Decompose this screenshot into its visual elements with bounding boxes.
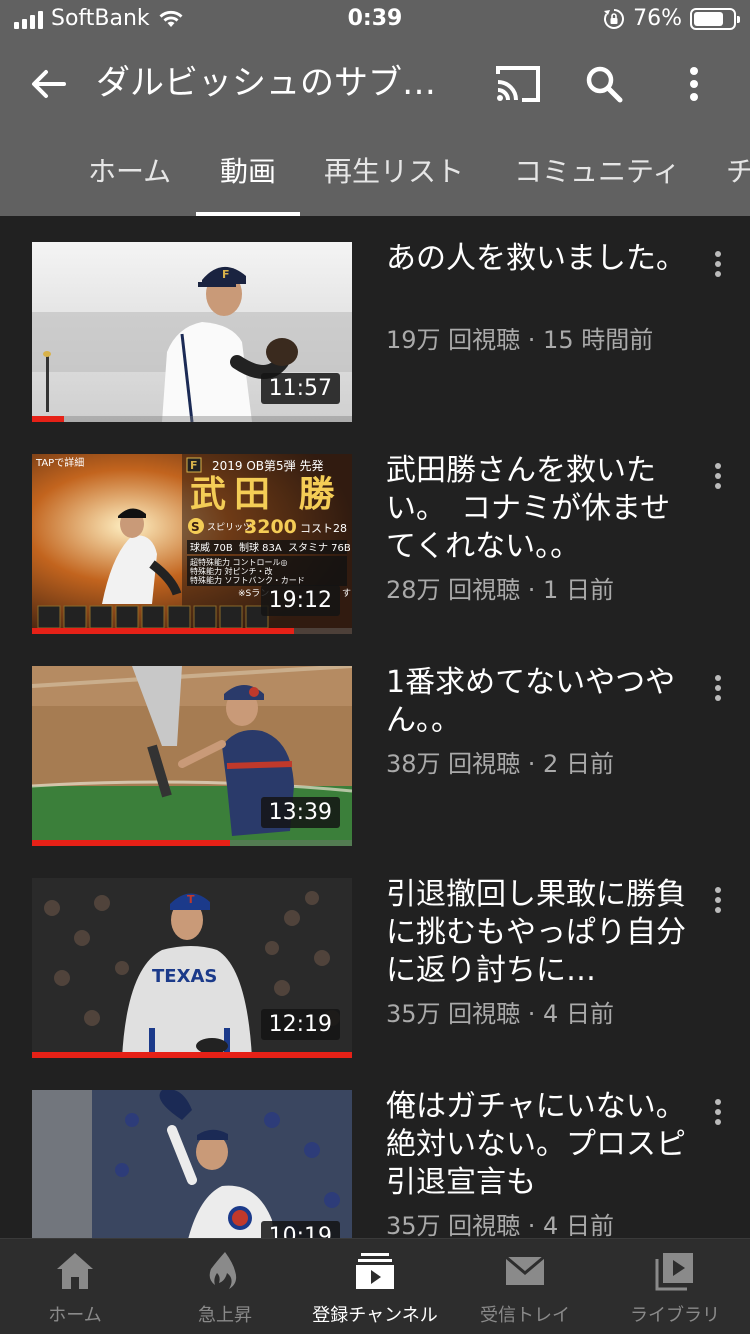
back-arrow-icon[interactable] [24,60,72,108]
video-meta: 28万 回視聴 · 1 日前 [386,576,614,604]
video-duration: 12:19 [260,1009,340,1040]
nav-label: ライブラリ [630,1305,720,1326]
video-item[interactable]: TEXAS T 12:19 引退撤回し果敢に勝負に挑むもやっぱり自分に返り討ちに… [0,852,750,1064]
channel-title: ダルビッシュのサブ… [96,63,436,103]
video-title[interactable]: 武田勝さんを救いたい。 コナミが休ませてくれない。。 [386,452,686,566]
video-item[interactable]: 13:39 1番求めてないやつやん。。 38万 回視聴 · 2 日前 [0,640,750,852]
tab-home[interactable]: ホーム [88,150,171,190]
battery-level [694,11,723,26]
video-duration: 11:57 [260,373,340,404]
svg-text:超特殊能力 コントロール◎: 超特殊能力 コントロール◎ [190,557,288,567]
search-icon[interactable] [580,60,628,108]
library-icon [655,1253,693,1291]
more-vert-icon[interactable] [700,882,736,918]
more-vert-icon[interactable] [700,670,736,706]
home-icon [57,1253,93,1289]
watch-progress-bar [32,840,230,846]
video-duration: 19:12 [260,585,340,616]
video-item[interactable]: TAPで詳細 F 2019 OB第5弾 先発 武田 勝 S スピリッツ 3200… [0,428,750,640]
video-meta: 35万 回視聴 · 4 日前 [386,1000,614,1028]
progress-track [32,416,352,422]
watch-progress-bar [32,628,294,634]
svg-text:コスト28: コスト28 [300,522,347,535]
more-vert-icon[interactable] [700,246,736,282]
svg-text:武田 勝: 武田 勝 [190,473,343,515]
video-thumbnail[interactable]: TEXAS T 12:19 [32,878,352,1058]
video-meta: 19万 回視聴 · 15 時間前 [386,326,654,354]
nav-label: 登録チャンネル [312,1305,438,1326]
video-duration: 10:19 [260,1221,340,1238]
video-item[interactable]: 10:19 俺はガチャにいない。絶対いない。プロスピ引退宣言も 35万 回視聴 … [0,1064,750,1238]
svg-text:F: F [190,459,198,472]
svg-text:す: す [342,588,351,599]
svg-text:球威 70B: 球威 70B [190,541,233,554]
rotation-lock-icon [604,8,625,29]
svg-text:2019 OB第5弾 先発: 2019 OB第5弾 先発 [212,459,323,473]
svg-text:TAPで詳細: TAPで詳細 [35,456,84,469]
nav-trending[interactable]: 急上昇 [150,1239,300,1334]
battery-group: 76% [603,6,740,31]
svg-text:T: T [187,893,195,906]
battery-icon [690,7,740,30]
tab-channels[interactable]: チ [726,150,750,190]
thumbnail-image [32,1090,352,1238]
video-meta: 35万 回視聴 · 4 日前 [386,1212,614,1238]
nav-home[interactable]: ホーム [0,1239,150,1334]
svg-text:3200: 3200 [244,516,297,538]
status-bar: SoftBank 0:39 76% [0,0,750,40]
battery-percent: 76% [633,6,682,31]
mail-icon [505,1255,545,1285]
nav-subscriptions[interactable]: 登録チャンネル [300,1239,450,1334]
subscriptions-icon [356,1253,394,1289]
nav-label: 受信トレイ [480,1305,570,1326]
watch-progress-bar [32,1052,352,1058]
svg-text:制球 83A: 制球 83A [239,541,282,554]
tab-community[interactable]: コミュニティ [514,150,680,190]
channel-tabs: ホーム 動画 再生リスト コミュニティ チ [0,128,750,216]
more-vert-icon[interactable] [670,60,718,108]
video-title[interactable]: あの人を救いました。 [386,240,686,278]
video-title[interactable]: 引退撤回し果敢に勝負に挑むもやっぱり自分に返り討ちに… [386,876,686,990]
bottom-navigation: ホーム 急上昇 登録チャンネル 受信トレイ ライブラリ [0,1238,750,1334]
tab-playlists[interactable]: 再生リスト [324,150,464,190]
video-item[interactable]: F 11:57 あの人を救いました。 19万 回視聴 · 15 時間前 [0,216,750,428]
svg-text:スタミナ 76B: スタミナ 76B [288,542,351,554]
video-title[interactable]: 1番求めてないやつやん。。 [386,664,686,740]
video-thumbnail[interactable]: F 11:57 [32,242,352,422]
svg-text:特殊能力 対ピンチ・改: 特殊能力 対ピンチ・改 [190,566,273,576]
nav-library[interactable]: ライブラリ [600,1239,750,1334]
flame-icon [209,1252,237,1289]
video-list: F 11:57 あの人を救いました。 19万 回視聴 · 15 時間前 TAPで… [0,216,750,1238]
video-thumbnail[interactable]: 13:39 [32,666,352,846]
svg-text:TEXAS: TEXAS [152,966,217,987]
video-duration: 13:39 [260,797,340,828]
tab-videos[interactable]: 動画 [220,150,276,190]
app-bar: ダルビッシュのサブ… [0,40,750,128]
nav-label: ホーム [48,1305,102,1326]
nav-inbox[interactable]: 受信トレイ [450,1239,600,1334]
video-meta: 38万 回視聴 · 2 日前 [386,750,614,778]
video-thumbnail[interactable]: TAPで詳細 F 2019 OB第5弾 先発 武田 勝 S スピリッツ 3200… [32,454,352,634]
svg-text:S: S [191,520,200,534]
more-vert-icon[interactable] [700,1094,736,1130]
more-vert-icon[interactable] [700,458,736,494]
video-title[interactable]: 俺はガチャにいない。絶対いない。プロスピ引退宣言も [386,1088,686,1202]
nav-label: 急上昇 [198,1305,252,1326]
video-thumbnail[interactable]: 10:19 [32,1090,352,1238]
watch-progress-bar [32,416,64,422]
svg-text:特殊能力 ソフトバンク・カード: 特殊能力 ソフトバンク・カード [190,575,305,585]
cast-icon[interactable] [492,60,544,108]
svg-text:F: F [222,268,230,281]
